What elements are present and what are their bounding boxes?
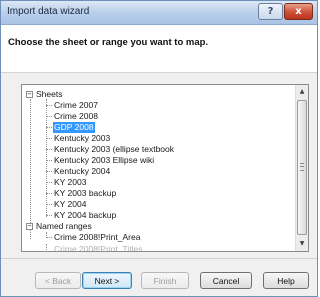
back-button[interactable]: < Back (35, 272, 81, 289)
tree-item-sheet[interactable]: Kentucky 2004 (22, 166, 294, 177)
title-bar[interactable]: Import data wizard ? x (1, 1, 317, 25)
scroll-thumb[interactable] (297, 100, 307, 235)
grip-icon (300, 163, 304, 171)
tree-item-label: Crime 2008 (54, 111, 98, 121)
help-icon[interactable]: ? (258, 3, 283, 20)
tree-item-label: Kentucky 2003 (ellipse textbook (54, 144, 175, 154)
tree-item-sheet[interactable]: KY 2003 (22, 177, 294, 188)
tree-item-sheet[interactable]: KY 2004 backup (22, 210, 294, 221)
tree-item-label: KY 2004 backup (54, 210, 117, 220)
tree-item-label: GDP 2008 (53, 122, 95, 133)
next-button[interactable]: Next > (82, 272, 132, 289)
tree-scrollbar[interactable]: ▲ ▼ (295, 85, 308, 251)
window-title: Import data wizard (7, 6, 90, 17)
tree-item-label: KY 2004 (54, 199, 87, 209)
collapse-icon[interactable]: − (26, 223, 33, 230)
page-title: Choose the sheet or range you want to ma… (8, 37, 209, 48)
tree-item-sheet[interactable]: Kentucky 2003 (22, 133, 294, 144)
tree-item-label: Crime 2008!Print_Area (54, 232, 141, 242)
header-panel: Choose the sheet or range you want to ma… (1, 25, 317, 73)
tree-item-label: Crime 2008!Print_Titles (54, 244, 143, 252)
tree-item-range[interactable]: Crime 2008!Print_Area (22, 232, 294, 243)
help-button[interactable]: Help (263, 272, 309, 289)
cancel-button[interactable]: Cancel (200, 272, 252, 289)
tree-item-sheet-selected[interactable]: GDP 2008 (22, 122, 294, 133)
tree-item-sheet[interactable]: Crime 2008 (22, 111, 294, 122)
sheet-tree-view[interactable]: − Sheets Crime 2007 Crime 2008 GDP 2008 … (21, 84, 309, 252)
button-separator (1, 258, 317, 259)
tree-item-sheet[interactable]: Kentucky 2003 Ellipse wiki (22, 155, 294, 166)
finish-button[interactable]: Finish (141, 272, 189, 289)
tree-group-label: Named ranges (36, 221, 92, 231)
tree-group-label: Sheets (36, 89, 63, 99)
tree-item-sheet[interactable]: Kentucky 2003 (ellipse textbook (22, 144, 294, 155)
close-icon[interactable]: x (284, 3, 313, 20)
tree-item-sheet[interactable]: KY 2004 (22, 199, 294, 210)
scroll-up-icon[interactable]: ▲ (296, 85, 308, 98)
collapse-icon[interactable]: − (26, 91, 33, 98)
tree-item-sheet[interactable]: KY 2003 backup (22, 188, 294, 199)
scroll-down-icon[interactable]: ▼ (296, 237, 308, 250)
tree-item-label: Crime 2007 (54, 100, 98, 110)
tree-group-sheets[interactable]: − Sheets (22, 89, 294, 100)
tree-item-label: Kentucky 2004 (54, 166, 111, 176)
tree-item-label: Kentucky 2003 Ellipse wiki (54, 155, 155, 165)
tree-item-range[interactable]: Crime 2008!Print_Titles (22, 244, 294, 252)
tree-group-named-ranges[interactable]: − Named ranges (22, 221, 294, 232)
tree-item-label: KY 2003 (54, 177, 87, 187)
tree-item-sheet[interactable]: Crime 2007 (22, 100, 294, 111)
tree-item-label: Kentucky 2003 (54, 133, 111, 143)
import-wizard-window: Import data wizard ? x Choose the sheet … (0, 0, 318, 297)
tree-item-label: KY 2003 backup (54, 188, 117, 198)
